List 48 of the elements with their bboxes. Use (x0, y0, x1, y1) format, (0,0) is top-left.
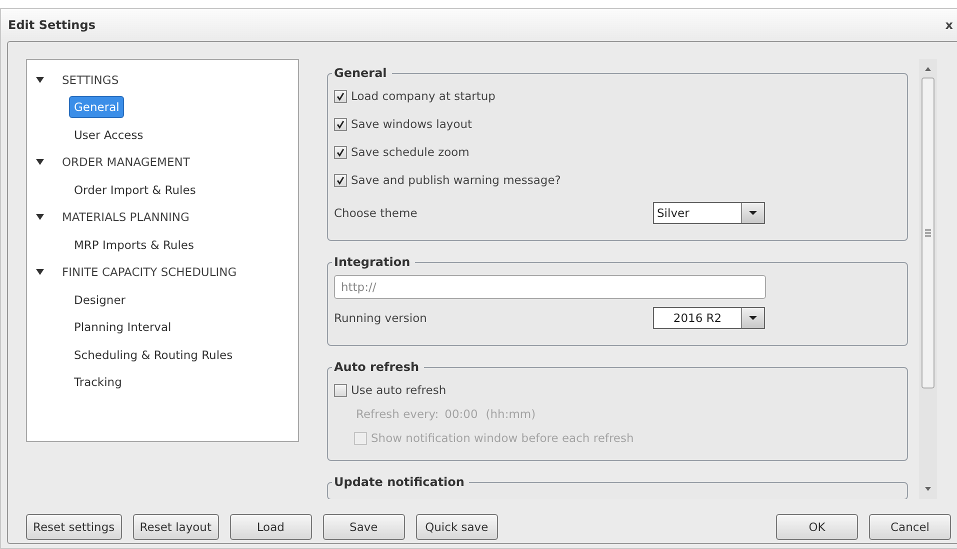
tree-item[interactable]: Tracking (70, 372, 126, 392)
expand-triangle-icon[interactable] (35, 158, 45, 166)
field-label: Choose theme (334, 206, 418, 220)
tree-item[interactable]: Planning Interval (70, 317, 176, 338)
dropdown[interactable]: 2016 R2 (653, 307, 765, 329)
interval-hint: (hh:mm) (486, 407, 536, 421)
window-title: Edit Settings (8, 18, 96, 32)
dialog-button[interactable]: Reset settings (26, 514, 122, 540)
group-title: Update notification (333, 475, 466, 489)
checkbox[interactable] (334, 146, 347, 158)
field-label: Running version (334, 311, 427, 325)
dropdown[interactable]: Silver (653, 202, 765, 224)
checkbox[interactable] (334, 90, 347, 102)
checkbox-label: Load company at startup (351, 89, 496, 103)
url-field[interactable]: http:// (334, 275, 766, 299)
tree-item[interactable]: Order Import & Rules (70, 180, 200, 200)
dialog-button[interactable]: Save (322, 514, 405, 540)
checkbox-label: Save and publish warning message? (351, 173, 561, 187)
caret-icon (741, 203, 764, 223)
tree-item[interactable]: Scheduling & Routing Rules (70, 344, 237, 365)
dialog-button[interactable]: OK (776, 514, 858, 540)
checkbox[interactable] (334, 118, 347, 130)
group-title: Integration (333, 255, 412, 269)
group-title: Auto refresh (333, 360, 420, 374)
dialog-button[interactable]: Quick save (416, 514, 498, 540)
dialog-button[interactable]: Cancel (869, 514, 951, 540)
checkbox[interactable] (334, 384, 347, 396)
tree-item[interactable]: User Access (70, 124, 148, 145)
caret-icon (741, 308, 764, 328)
expand-triangle-icon[interactable] (35, 268, 45, 276)
tree-category[interactable]: FINITE CAPACITY SCHEDULING (59, 263, 240, 282)
expand-triangle-icon[interactable] (35, 76, 45, 84)
checkbox-label: Use auto refresh (351, 383, 446, 397)
tree-category[interactable]: MATERIALS PLANNING (59, 208, 192, 226)
tree-category[interactable]: ORDER MANAGEMENT (59, 153, 193, 172)
checkbox[interactable] (334, 174, 347, 186)
dialog-button[interactable]: Load (230, 514, 312, 540)
checkbox-label: Save windows layout (351, 117, 472, 131)
tree-category[interactable]: SETTINGS (59, 70, 122, 89)
dialog-button[interactable]: Reset layout (132, 514, 219, 540)
close-button[interactable]: x (943, 18, 955, 32)
tree-item[interactable]: Designer (70, 290, 130, 310)
group-title: General (333, 66, 388, 80)
tree-item[interactable]: MRP Imports & Rules (70, 234, 198, 255)
expand-triangle-icon[interactable] (35, 213, 45, 222)
interval-label: Refresh every: (356, 407, 439, 421)
checkbox-label: Save schedule zoom (351, 145, 470, 159)
checkbox-label: Show notification window before each refresh (371, 431, 634, 445)
